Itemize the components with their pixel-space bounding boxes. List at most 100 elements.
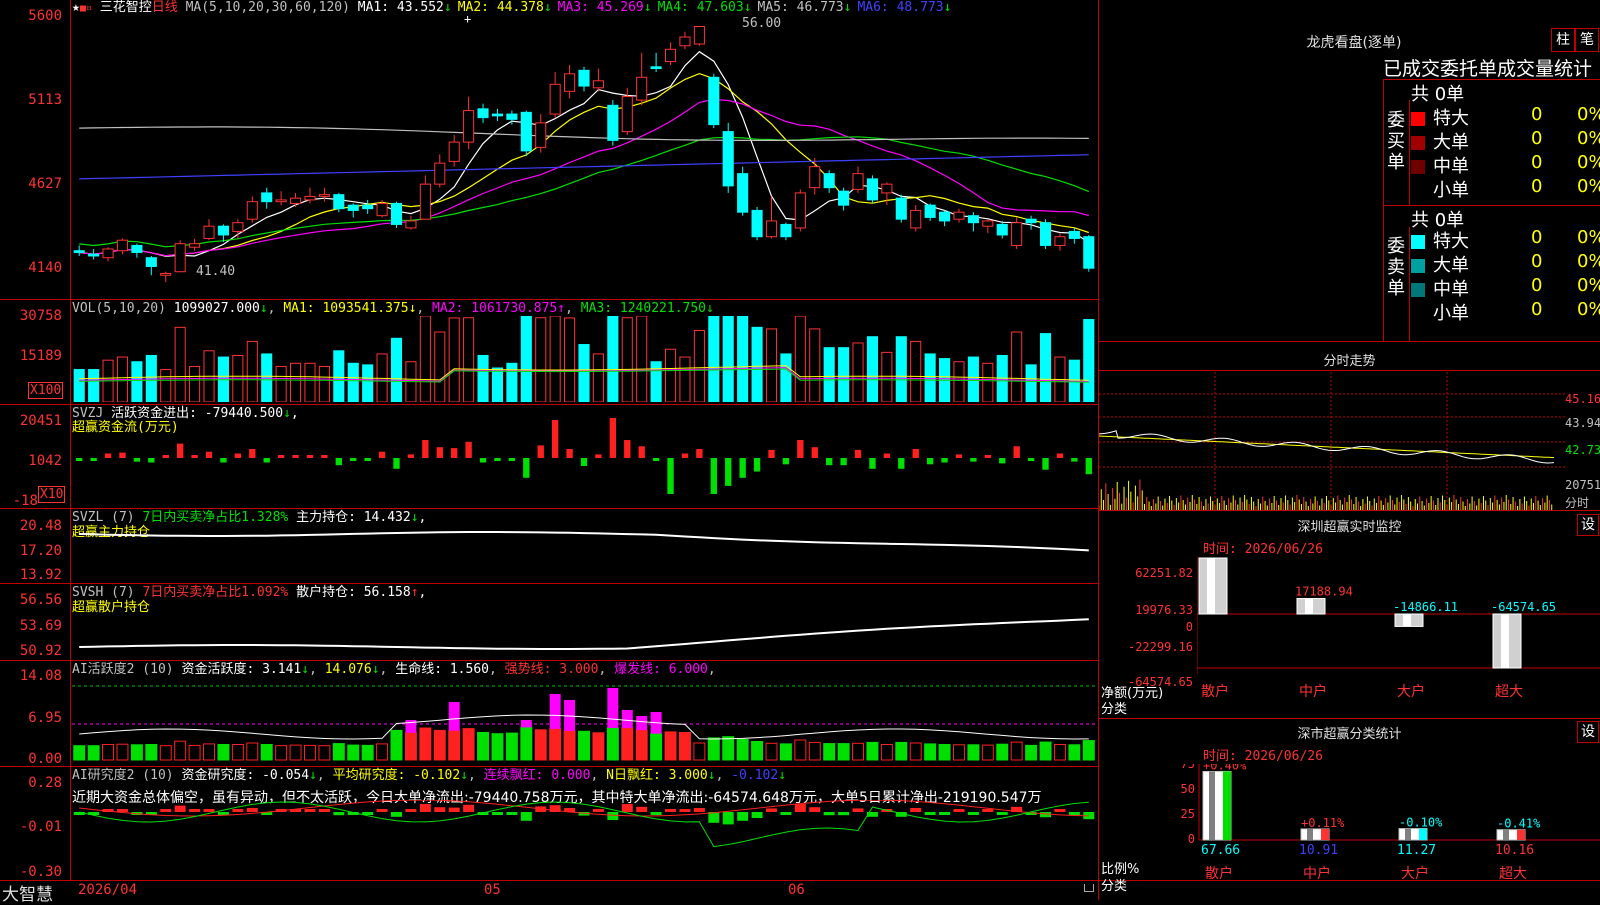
- activity-bar: [852, 742, 865, 761]
- candle-body: [895, 197, 907, 220]
- candle-body: [780, 223, 792, 238]
- stats-divider: [1099, 341, 1600, 342]
- fund-flow-bar: [249, 449, 256, 458]
- activity-bar: [621, 727, 634, 761]
- fund-flow-bar: [133, 458, 141, 462]
- candle-body: [549, 83, 561, 115]
- fund-flow-chart[interactable]: [72, 418, 1096, 506]
- ratio-bar-stripe: [1209, 771, 1215, 840]
- ma-indicator-3: MA3: 45.269↓: [557, 0, 652, 15]
- fund-flow-bar: [811, 447, 818, 458]
- volume-bar: [448, 317, 460, 402]
- retail-chart[interactable]: [72, 585, 1096, 659]
- tab-tick-mode[interactable]: 笔: [1575, 28, 1599, 52]
- volume-bar: [333, 350, 345, 402]
- ai-active-title: AI活跃度2 (10): [72, 662, 174, 677]
- activity-bar: [664, 731, 677, 761]
- ai-research-chart[interactable]: [72, 800, 1096, 880]
- activity-burst-bar: [520, 720, 532, 728]
- fund-flow-bar: [104, 453, 112, 458]
- activity-bar: [361, 744, 374, 761]
- research-bar: [520, 812, 532, 821]
- research-bar: [160, 809, 172, 812]
- net-value-label: -14866.11: [1393, 600, 1458, 614]
- classify-time: 时间: 2026/06/26: [1203, 749, 1323, 764]
- monitor-settings-button[interactable]: 设: [1577, 514, 1599, 536]
- ratio-bar-stripe: [1405, 828, 1411, 840]
- ai-active-y-tick: 6.95: [28, 710, 62, 726]
- fund-flow-bar: [479, 458, 487, 463]
- volume-bar: [982, 362, 994, 402]
- fund-flow-bar: [624, 440, 631, 458]
- cursor-icon: +: [464, 12, 472, 26]
- research-bar: [650, 812, 662, 815]
- volume-bar: [1083, 319, 1095, 402]
- ma-indicator-5: MA5: 46.773↓: [757, 0, 852, 15]
- activity-bar: [938, 744, 951, 761]
- volume-bar: [794, 316, 806, 402]
- activity-bar: [967, 744, 980, 761]
- volume-chart[interactable]: [72, 316, 1096, 402]
- fund-flow-bar: [436, 447, 443, 458]
- activity-bar: [808, 741, 821, 761]
- fund-flow-bar: [638, 446, 645, 458]
- activity-burst-bar: [607, 688, 619, 728]
- volume-bar: [318, 365, 330, 402]
- fund-flow-bar: [422, 440, 429, 458]
- activity-bar: [145, 744, 158, 761]
- activity-bar: [130, 744, 143, 761]
- volume-bar: [881, 351, 893, 402]
- activity-bar: [1010, 741, 1023, 761]
- candle-body: [823, 173, 835, 189]
- volume-bar: [838, 347, 850, 402]
- candle-body: [708, 76, 720, 126]
- candle-body: [160, 272, 172, 276]
- research-bar: [910, 808, 922, 812]
- flag-icon[interactable]: ■¤: [80, 3, 92, 14]
- fund-flow-bar: [883, 453, 891, 458]
- ratio-value-label: 10.91: [1299, 843, 1338, 858]
- month-label: 06: [788, 882, 805, 898]
- ai-activity-chart[interactable]: [72, 676, 1096, 764]
- vol-ma3-label: MA3:: [580, 301, 613, 316]
- volume-bar: [823, 347, 835, 402]
- monitor-y-tick: -22299.16: [1127, 640, 1193, 654]
- fund-flow-bar: [378, 451, 386, 458]
- vol-unit: X100: [28, 382, 64, 399]
- fund-flow-bar: [205, 451, 213, 458]
- classify-settings-button[interactable]: 设: [1577, 721, 1599, 743]
- classify-bar-chart[interactable]: 75 50 25 0 +0.40% 67.66 散户 +0.11% 10.91 中户 -0.10% 1…: [1159, 764, 1600, 900]
- period-label[interactable]: 日线: [152, 0, 178, 15]
- tab-bar-mode[interactable]: 柱: [1551, 28, 1575, 52]
- volume-bar: [953, 361, 965, 402]
- research-bar: [636, 806, 648, 812]
- candle-body: [866, 178, 878, 201]
- panel-divider: [1099, 370, 1600, 371]
- vol-title: VOL(5,10,20): [72, 301, 166, 316]
- order-type-label: 大单: [1433, 255, 1469, 276]
- main-force-chart[interactable]: [72, 510, 1096, 582]
- activity-bar: [246, 742, 259, 761]
- lock-icon[interactable]: [1084, 884, 1094, 892]
- fund-flow-bar: [191, 455, 198, 458]
- research-bar: [506, 812, 518, 815]
- volume-bar: [491, 367, 504, 402]
- fund-flow-bar: [407, 454, 415, 458]
- category-label: 中户: [1303, 865, 1331, 882]
- candle-body: [491, 113, 504, 117]
- intraday-chart[interactable]: [1099, 372, 1565, 510]
- candle-body: [737, 173, 749, 213]
- fund-flow-bar: [119, 452, 126, 458]
- retail-line: [79, 618, 1089, 650]
- activity-bar: [347, 744, 360, 761]
- star-icon[interactable]: ★: [72, 0, 80, 15]
- ai-last-value: -0.102: [731, 768, 779, 783]
- activity-bar: [303, 744, 316, 761]
- candlestick-chart[interactable]: [72, 16, 1096, 298]
- order-pct: 0%: [1577, 128, 1600, 149]
- activity-bar: [390, 729, 403, 761]
- fund-flow-bar: [854, 449, 862, 458]
- volume-bar: [131, 361, 143, 402]
- research-bar: [996, 812, 1008, 815]
- monitor-bar-chart[interactable]: 62251.82 散户 17188.94 中户 -14866.11 大户 -64574.65…: [1197, 556, 1600, 716]
